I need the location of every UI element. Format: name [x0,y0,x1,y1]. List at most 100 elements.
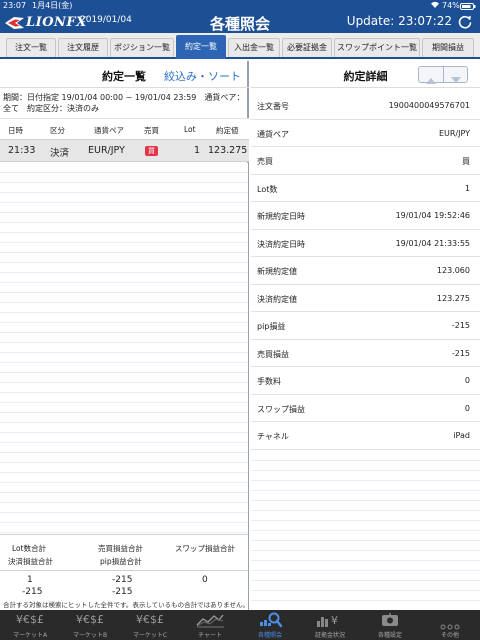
detail-row-swap-pl: スワップ損益 0 [251,395,480,422]
execution-list-panel: 約定一覧 絞込み・ソート 期間：日付指定 19/01/04 00:00 ~ 19… [0,61,249,610]
settle-total-label: 決済損益合計 [8,557,53,566]
detail-row-lot: Lot数 1 [251,175,480,202]
tab-swap-point-list[interactable]: スワップポイント一覧 [334,38,420,57]
nav-market-a[interactable]: ¥€$£ マーケットA [0,610,60,640]
detail-label: 新規約定値 [257,267,297,276]
detail-value: 19/01/04 19:52:46 [395,211,470,220]
status-time: 23:07 [3,1,27,10]
tab-deposit-list[interactable]: 入出金一覧 [228,38,280,57]
tab-order-list[interactable]: 注文一覧 [6,38,56,57]
pip-total: -215 [112,587,133,597]
nav-label: チャート [198,632,222,639]
nav-other[interactable]: その他 [420,610,480,640]
execution-list-title: 約定一覧 [102,70,146,83]
detail-value: 19/01/04 21:33:55 [395,238,470,248]
tab-required-margin[interactable]: 必要証拠金 [282,38,332,57]
swap-total: 0 [202,575,208,585]
header-date: 2019/01/04 [80,15,132,25]
detail-value: iPad [453,431,470,440]
nav-chart[interactable]: チャート [180,610,240,640]
execution-detail-header: 約定詳細 [251,61,480,88]
nav-label: 各種照会 [257,632,282,639]
row-pair: EUR/JPY [88,145,125,156]
detail-row-close-time: 決済約定日時 19/01/04 21:33:55 [251,230,480,257]
detail-list: 注文番号 1900400049576701 通貨ペア EUR/JPY 売買 買 Lot… [251,92,480,450]
lion-logo-icon [4,15,26,29]
detail-label: 手数料 [257,377,281,386]
row-lot: 1 [194,145,201,156]
nav-market-c[interactable]: ¥€$£ マーケットC [120,610,180,640]
totals-note: 合計する対象は検索にヒットした全件です。表示しているもの合計ではありません。 [3,601,249,609]
nav-market-b[interactable]: ¥€$£ マーケットB [60,610,120,640]
pl-total: -215 [112,575,133,585]
detail-label: 注文番号 [257,102,289,111]
tab-order-history[interactable]: 注文履歴 [58,38,108,57]
nav-margin-status[interactable]: ¥ 証拠金状況 [300,610,360,640]
nav-label: 各種設定 [377,632,402,639]
app-header: LIONFX 2019/01/04 各種照会 Update: 23:07:22 [0,11,480,33]
detail-value: 1 [464,183,470,193]
table-row[interactable]: 21:33 決済 EUR/JPY 買 1 123.275 [0,140,249,162]
detail-row-open-time: 新規約定日時 19/01/04 19:52:46 [251,202,480,230]
col-datetime: 日時 [8,126,23,135]
detail-label: pip損益 [257,322,286,331]
col-side: 売買 [144,126,159,135]
app-logo: LIONFX [4,13,87,31]
detail-row-side: 売買 買 [251,147,480,175]
col-kind: 区分 [50,126,65,135]
detail-label: Lot数 [257,184,278,194]
pip-total-label: pip損益合計 [100,557,142,566]
col-price: 約定値 [216,126,239,135]
bar-yen-icon: ¥ [316,612,344,632]
next-arrow-icon[interactable] [450,70,462,89]
refresh-icon[interactable] [457,14,473,30]
detail-row-pair: 通貨ペア EUR/JPY [251,120,480,147]
bottom-nav: ¥€$£ マーケットA ¥€$£ マーケットB ¥€$£ マーケットC チャート… [0,610,480,640]
tab-period-pl[interactable]: 期間損益 [422,38,474,57]
battery-percent: 74% [442,1,460,10]
tab-execution-list[interactable]: 約定一覧 [176,35,226,59]
currency-icon: ¥€$£ [76,613,104,626]
detail-value: EUR/JPY [438,128,470,138]
detail-value: 0 [464,376,470,385]
detail-label: スワップ損益 [257,404,305,414]
nav-label: その他 [440,632,459,639]
nav-inquiry[interactable]: 各種照会 [240,610,300,640]
detail-value: 1900400049576701 [388,101,470,110]
nav-settings[interactable]: 各種設定 [360,610,420,640]
gear-icon [381,612,399,632]
tab-position-list[interactable]: ポジション一覧 [110,38,174,57]
detail-value: 買 [462,157,470,166]
detail-label: 決済約定日時 [257,239,305,249]
list-empty-area [0,163,248,593]
execution-detail-panel: 約定詳細 注文番号 1900400049576701 通貨ペア EUR/JPY 売買… [251,61,480,610]
currency-icon: ¥€$£ [136,613,164,626]
tab-bar: 注文一覧 注文履歴 ポジション一覧 約定一覧 入出金一覧 必要証拠金 スワップポ… [0,33,480,59]
period-line-1: 期間：日付指定 19/01/04 00:00 ~ 19/01/04 23:59 … [3,93,245,102]
table-header: 日時 区分 通貨ペア 売買 Lot 約定値 [0,118,249,140]
buy-badge: 買 [145,146,158,156]
detail-value: 123.275 [436,293,470,303]
prev-next-buttons [418,66,468,84]
detail-label: 新規約定日時 [257,212,305,221]
nav-label: マーケットA [12,632,48,639]
detail-value: -215 [451,348,470,358]
col-pair: 通貨ペア [94,126,124,135]
filter-sort-link[interactable]: 絞込み・ソート [164,68,241,84]
swap-total-label: スワップ損益合計 [175,544,235,553]
row-kind: 決済 [50,148,70,159]
detail-label: 通貨ペア [257,129,289,139]
nav-divider [443,67,444,82]
period-line-2: 全て 約定区分：決済のみ [3,104,99,113]
totals-values: 1 -215 0 -215 -215 合計する対象は検索にヒットした全件です。表… [0,570,249,610]
detail-label: 売買損益 [257,349,289,359]
detail-value: 123.060 [436,266,470,275]
lot-total: 1 [27,575,33,585]
logo-text: LIONFX [26,14,87,30]
detail-value: 0 [464,403,470,413]
detail-row-order-no: 注文番号 1900400049576701 [251,92,480,120]
detail-empty-area [251,451,480,610]
prev-arrow-icon[interactable] [425,70,437,89]
detail-row-pip-pl: pip損益 -215 [251,312,480,340]
detail-value: -215 [451,321,470,330]
